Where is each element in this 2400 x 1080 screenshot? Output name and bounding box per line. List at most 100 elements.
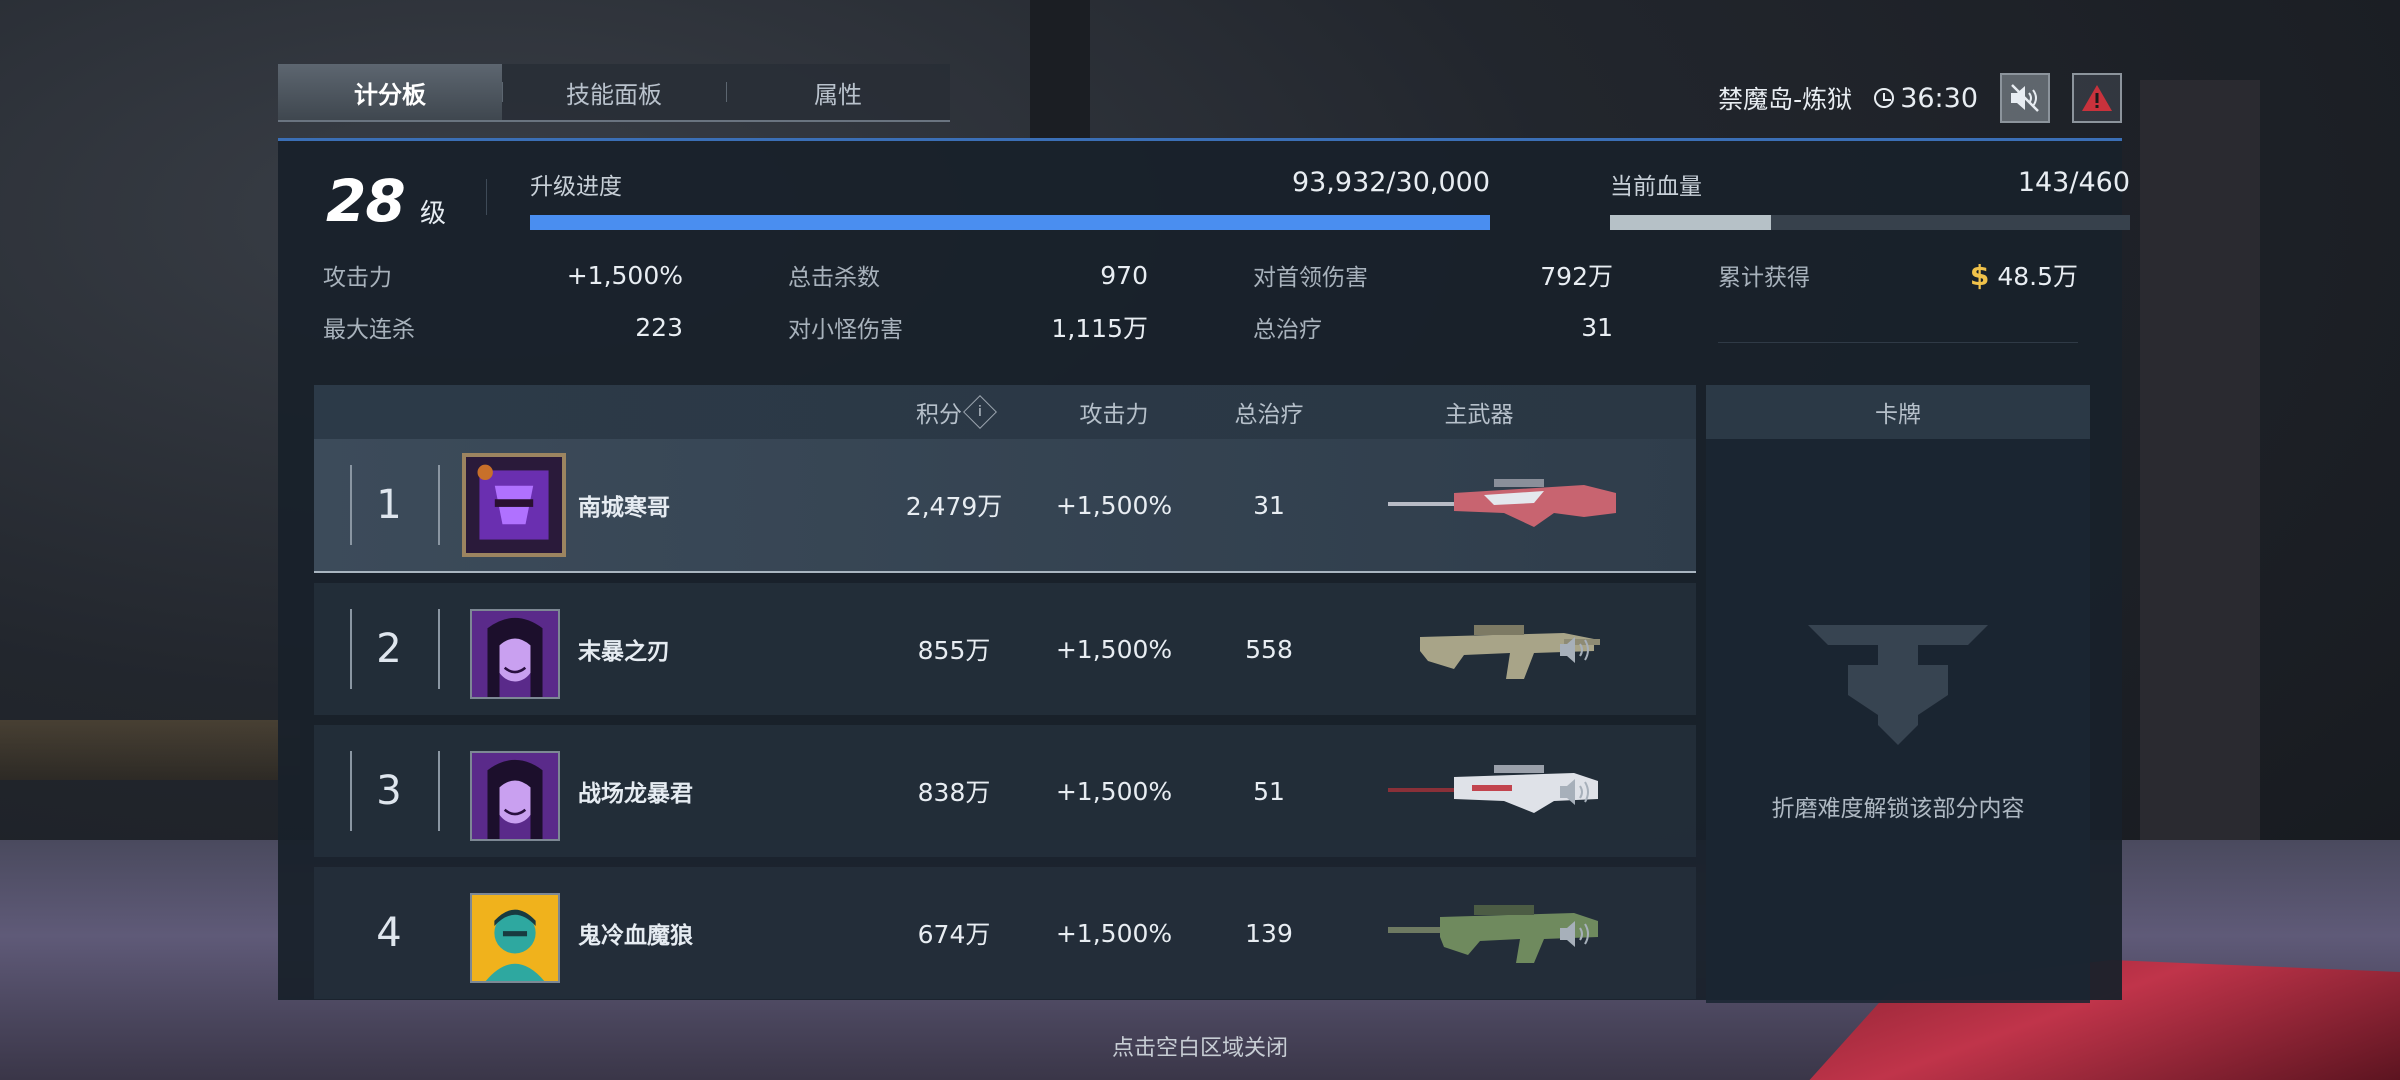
avatar[interactable]: [470, 609, 560, 699]
rank-cell: 1: [314, 439, 464, 571]
player-name: 末暴之刃: [578, 639, 670, 665]
table-row[interactable]: 4 鬼冷血魔狼 674万 +1,500% 139: [314, 867, 1696, 999]
header-score-label: 积分: [916, 402, 962, 428]
map-name: 禁魔岛-炼狱: [1718, 85, 1853, 114]
stat-value: 1,115万: [1051, 314, 1148, 343]
rank-cell: 4: [314, 867, 464, 999]
xp-progress: 升级进度 93,932/30,000: [530, 167, 1490, 230]
speaker-icon[interactable]: [1558, 633, 1598, 667]
stat-minion-damage: 对小怪伤害 1,115万: [788, 311, 1148, 343]
clock-icon: [1874, 88, 1895, 108]
stat-max-streak: 最大连杀 223: [323, 311, 683, 344]
stat-value-currency: $ 48.5万: [1970, 257, 2078, 293]
avatar-image: [472, 753, 558, 839]
stat-label: 攻击力: [323, 265, 392, 291]
xp-bar: [530, 215, 1490, 230]
heal-cell: 558: [1245, 634, 1293, 664]
header-score: 积分 i: [874, 385, 1034, 439]
report-button[interactable]: [2072, 73, 2122, 123]
stat-total-heal: 总治疗 31: [1253, 311, 1613, 344]
player-name: 鬼冷血魔狼: [578, 923, 693, 949]
background-structure: [2140, 80, 2260, 840]
stat-label: 累计获得: [1718, 265, 1810, 291]
rank-cell: 3: [314, 725, 464, 857]
hp-bar-fill: [1610, 215, 1772, 230]
attack-cell: +1,500%: [1055, 634, 1173, 664]
attack-cell: +1,500%: [1055, 918, 1173, 948]
rank-frame: [350, 465, 440, 545]
rank-cell: 2: [314, 583, 464, 715]
speaker-icon[interactable]: [1558, 917, 1598, 951]
attack-cell: +1,500%: [1055, 776, 1173, 806]
xp-value: 93,932/30,000: [1291, 167, 1490, 198]
attack-cell: +1,500%: [1055, 490, 1173, 520]
level-unit: 级: [420, 199, 447, 229]
player-level: 28: [326, 167, 406, 235]
speaker-icon[interactable]: [1558, 775, 1598, 809]
stat-value: 970: [1100, 260, 1148, 290]
stat-empty-slot: [1718, 311, 2078, 343]
stat-total-earned: 累计获得 $ 48.5万: [1718, 257, 2078, 293]
cards-header: 卡牌: [1706, 385, 2090, 439]
match-info: 禁魔岛-炼狱 36:30: [1718, 72, 2122, 124]
stat-label: 对小怪伤害: [788, 317, 903, 343]
table-row[interactable]: 1 南城寒哥 2,479万 +1,500% 31: [314, 439, 1696, 573]
header-heal: 总治疗: [1234, 402, 1304, 428]
avatar-image: [466, 457, 562, 553]
stat-value: 48.5万: [1997, 262, 2078, 291]
header-weapon: 主武器: [1444, 402, 1514, 428]
close-hint[interactable]: 点击空白区域关闭: [0, 1030, 2400, 1062]
stat-value: 792万: [1540, 262, 1613, 291]
heal-cell: 139: [1245, 918, 1293, 948]
scoreboard-panel: 28 级 升级进度 93,932/30,000 当前血量 143/460 攻击力…: [278, 138, 2130, 1003]
table-header: 积分 i 攻击力 总治疗 主武器: [314, 385, 1696, 439]
mute-button[interactable]: [2000, 73, 2050, 123]
timer-value: 36:30: [1900, 82, 1978, 114]
table-row[interactable]: 3 战场龙暴君 838万 +1,500% 51: [314, 725, 1696, 857]
score-cell: 674万: [917, 920, 991, 949]
level-row: 28 级 升级进度 93,932/30,000 当前血量 143/460: [326, 167, 2130, 235]
dollar-icon: $: [1969, 258, 1990, 292]
tab-attributes[interactable]: 属性: [726, 64, 950, 120]
score-cell: 838万: [917, 778, 991, 807]
avatar[interactable]: [470, 751, 560, 841]
info-icon[interactable]: i: [963, 395, 997, 429]
heal-cell: 51: [1253, 776, 1285, 806]
table-row[interactable]: 2 末暴之刃 855万 +1,500% 558: [314, 583, 1696, 715]
rank-frame: [350, 751, 440, 831]
stat-total-kills: 总击杀数 970: [788, 259, 1148, 292]
stat-value: 223: [635, 312, 683, 342]
speaker-muted-icon: [2011, 84, 2039, 112]
background-pillar: [1030, 0, 1090, 140]
stats-grid: 攻击力 +1,500% 总击杀数 970 对首领伤害 792万 累计获得 $ 4…: [323, 259, 2083, 343]
player-table: 积分 i 攻击力 总治疗 主武器 1 南城寒哥 2,479万 +1,500% 3…: [314, 385, 1696, 999]
stat-label: 总治疗: [1253, 317, 1322, 343]
match-timer: 36:30: [1874, 83, 1978, 114]
heal-cell: 31: [1253, 490, 1285, 520]
stat-attack: 攻击力 +1,500%: [323, 259, 683, 292]
stat-value: 31: [1581, 312, 1613, 342]
score-cell: 2,479万: [905, 492, 1003, 521]
background-rail: [0, 720, 300, 780]
weapon-sniper-icon: [1388, 479, 1616, 527]
header-attack: 攻击力: [1079, 402, 1149, 428]
tab-skills[interactable]: 技能面板: [502, 64, 726, 120]
stat-boss-damage: 对首领伤害 792万: [1253, 259, 1613, 291]
avatar-image: [472, 611, 558, 697]
tab-bar: 计分板 技能面板 属性: [278, 64, 950, 122]
avatar[interactable]: [462, 453, 566, 557]
avatar-image: [472, 895, 558, 981]
player-name: 战场龙暴君: [578, 781, 693, 807]
xp-bar-fill: [530, 215, 1490, 230]
tab-scoreboard[interactable]: 计分板: [278, 64, 502, 120]
stat-label: 总击杀数: [788, 265, 880, 291]
hp-bar: [1610, 215, 2130, 230]
divider: [486, 179, 487, 215]
cards-locked-text: 折磨难度解锁该部分内容: [1771, 796, 2025, 822]
stat-value: +1,500%: [566, 260, 683, 290]
avatar[interactable]: [470, 893, 560, 983]
player-name: 南城寒哥: [578, 495, 670, 521]
hp-value: 143/460: [2017, 167, 2130, 198]
rank-frame: [350, 609, 440, 689]
cards-panel: 卡牌 折磨难度解锁该部分内容: [1706, 385, 2090, 1003]
